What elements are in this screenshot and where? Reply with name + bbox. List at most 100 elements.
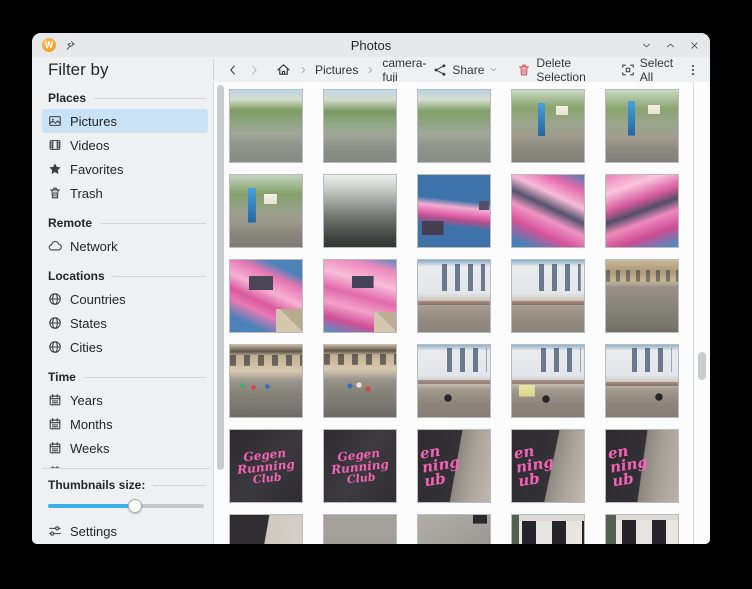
photo-pink-flag-building-2[interactable] <box>323 259 397 333</box>
sidebar-item-label: Pictures <box>70 114 117 129</box>
sidebar-item-years[interactable]: Years <box>42 388 208 412</box>
toolbar: Pictures camera-fuji Share Delete Selecti… <box>214 56 710 84</box>
sidebar-item-favorites[interactable]: Favorites <box>42 157 208 181</box>
calendar-icon <box>48 393 62 407</box>
photo-park-crowd-3[interactable] <box>417 89 491 163</box>
photo-park-startline-1[interactable] <box>511 89 585 163</box>
sidebar-section-title: Time <box>48 369 206 385</box>
photo-office-street-banner[interactable] <box>511 344 585 418</box>
thumbnail-size-slider[interactable] <box>48 499 204 513</box>
photos-app-window: W Photos Filter by Picturescamera-fuji S… <box>32 33 710 544</box>
photo-tshirt-fragment[interactable]: en <box>229 514 303 544</box>
delete-selection-button[interactable]: Delete Selection <box>517 56 601 84</box>
overflow-menu-button[interactable] <box>686 63 700 77</box>
sidebar-scrollbar[interactable] <box>213 82 227 544</box>
breadcrumb-item-pictures[interactable]: Pictures <box>315 63 358 77</box>
calendar-icon <box>48 441 62 455</box>
sidebar-item-label: Trash <box>70 186 103 201</box>
photo-park-crowd-1[interactable] <box>229 89 303 163</box>
photo-street-wide[interactable] <box>605 259 679 333</box>
photo-tshirt-closeup-2[interactable]: enningub <box>511 429 585 503</box>
minimize-button[interactable] <box>641 40 652 51</box>
photo-office-street-3[interactable] <box>417 344 491 418</box>
thumbnails-size-label: Thumbnails size: <box>48 477 206 493</box>
select-all-icon <box>621 63 635 77</box>
settings-button[interactable]: Settings <box>42 519 208 543</box>
sidebar-item-label: Videos <box>70 138 110 153</box>
photo-tshirt-gegen-1[interactable]: GegenRunningClub <box>229 429 303 503</box>
titlebar[interactable]: W Photos <box>32 33 710 57</box>
sidebar-item-weeks[interactable]: Weeks <box>42 436 208 460</box>
share-button[interactable]: Share <box>433 63 498 77</box>
photo-pink-flag-closeup[interactable] <box>605 174 679 248</box>
breadcrumb-separator-icon <box>298 65 308 75</box>
trash-icon <box>517 63 531 77</box>
sidebar-section-title: Locations <box>48 268 206 284</box>
photo-runners-building-1[interactable] <box>229 344 303 418</box>
photo-park-startline-2[interactable] <box>605 89 679 163</box>
sidebar-item-label: Months <box>70 417 113 432</box>
grid-scrollbar-handle[interactable] <box>698 352 706 380</box>
maximize-button[interactable] <box>665 40 676 51</box>
sidebar-item-network[interactable]: Network <box>42 234 208 258</box>
calendar-icon <box>48 417 62 431</box>
settings-label: Settings <box>70 524 117 539</box>
image-icon <box>48 114 62 128</box>
breadcrumb-item-camera-fuji[interactable]: camera-fuji <box>382 56 426 84</box>
photo-building-windows-2[interactable] <box>605 514 679 544</box>
photo-pink-flag-building-1[interactable] <box>229 259 303 333</box>
photo-asphalt-pink-mark[interactable] <box>417 514 491 544</box>
tshirt-print-text: enningub <box>605 442 651 489</box>
photo-office-street-2[interactable] <box>511 259 585 333</box>
photo-building-windows-1[interactable] <box>511 514 585 544</box>
photo-pink-flags-crossed[interactable] <box>511 174 585 248</box>
photo-office-street-4[interactable] <box>605 344 679 418</box>
window-title: Photos <box>32 38 710 53</box>
delete-selection-label: Delete Selection <box>536 56 601 84</box>
sidebar-item-label: States <box>70 316 107 331</box>
toolbar-row: Filter by Picturescamera-fuji Share Dele… <box>32 57 710 82</box>
sidebar-item-cities[interactable]: Cities <box>42 335 208 359</box>
photo-office-street-1[interactable] <box>417 259 491 333</box>
photo-tshirt-gegen-2[interactable]: GegenRunningClub <box>323 429 397 503</box>
sidebar-item-videos[interactable]: Videos <box>42 133 208 157</box>
sidebar-item-pictures[interactable]: Pictures <box>42 109 208 133</box>
breadcrumb: Pictures camera-fuji <box>298 56 426 84</box>
select-all-label: Select All <box>640 56 675 84</box>
sidebar-item-days[interactable]: Days <box>42 460 208 468</box>
sidebar-section-title: Remote <box>48 215 206 231</box>
photo-grid: GegenRunningClub GegenRunningClub enningub… <box>229 89 679 544</box>
sidebar-item-label: Network <box>70 239 118 254</box>
sidebar-filter-list: PlacesPicturesVideosFavoritesTrashRemote… <box>42 82 210 468</box>
sidebar-item-label: Cities <box>70 340 103 355</box>
slider-fill <box>48 504 135 508</box>
home-button[interactable] <box>276 62 291 77</box>
photo-pink-flag-sky-1[interactable] <box>417 174 491 248</box>
photo-crowd-blackwhite[interactable] <box>323 174 397 248</box>
sidebar-item-label: Years <box>70 393 103 408</box>
share-label: Share <box>452 63 484 77</box>
sidebar-item-months[interactable]: Months <box>42 412 208 436</box>
sidebar-item-trash[interactable]: Trash <box>42 181 208 205</box>
back-button[interactable] <box>226 63 240 77</box>
sidebar-scrollbar-handle[interactable] <box>217 85 224 470</box>
globe-icon <box>48 340 62 354</box>
photo-park-crowd-2[interactable] <box>323 89 397 163</box>
photo-runners-building-2[interactable] <box>323 344 397 418</box>
sidebar: PlacesPicturesVideosFavoritesTrashRemote… <box>32 82 213 544</box>
photo-asphalt[interactable] <box>323 514 397 544</box>
grid-scrollbar[interactable] <box>693 82 710 544</box>
sidebar-item-countries[interactable]: Countries <box>42 287 208 311</box>
photo-tshirt-closeup-1[interactable]: enningub <box>417 429 491 503</box>
app-icon: W <box>42 38 56 52</box>
pin-icon[interactable] <box>65 40 76 51</box>
select-all-button[interactable]: Select All <box>621 56 675 84</box>
photo-tshirt-closeup-3[interactable]: enningub <box>605 429 679 503</box>
sidebar-item-label: Weeks <box>70 441 110 456</box>
tshirt-print-text: GegenRunningClub <box>329 446 390 487</box>
photo-park-startline-3[interactable] <box>229 174 303 248</box>
close-button[interactable] <box>689 40 700 51</box>
slider-handle[interactable] <box>128 499 142 513</box>
sidebar-item-states[interactable]: States <box>42 311 208 335</box>
content-area: GegenRunningClub GegenRunningClub enningub… <box>227 82 710 544</box>
